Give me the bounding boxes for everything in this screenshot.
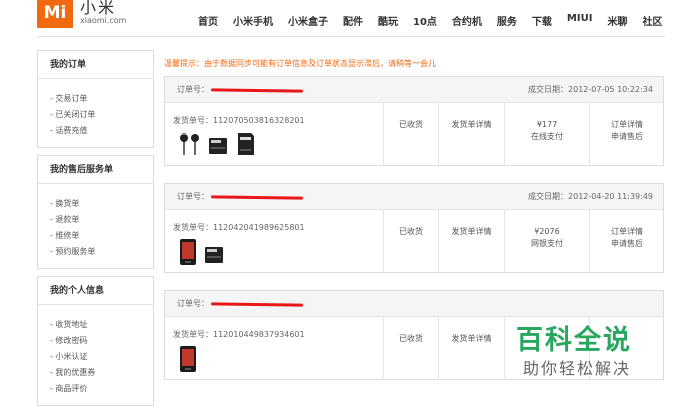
- microsd-card-icon[interactable]: [235, 131, 257, 157]
- order-card: 订单号： 成交日期：2012-04-20 11:39:49 发货单号：11204…: [164, 183, 664, 273]
- order-body: 发货单号：1120420419896258​01 已收货 发货单详情 ¥2076…: [165, 210, 663, 273]
- earphones-icon[interactable]: [179, 131, 201, 157]
- sidebar-section-title: 我的售后服务单: [38, 156, 153, 184]
- shipping-detail-link[interactable]: 发货单详情: [438, 317, 504, 380]
- sd-card-icon[interactable]: [207, 135, 229, 157]
- sidebar-section-title: 我的个人信息: [38, 277, 153, 305]
- mi-logo[interactable]: Mi: [37, 0, 73, 28]
- sidebar-section-profile: 我的个人信息 - 收货地址 - 修改密码 - 小米认证 - 我的优惠券 - 商品…: [37, 276, 154, 406]
- brand[interactable]: 小米 xiaomi.com: [80, 0, 126, 26]
- payment-method: 在线支付: [531, 132, 563, 141]
- brand-domain: xiaomi.com: [80, 16, 127, 25]
- header-divider: [37, 36, 665, 37]
- nav-item[interactable]: 小米盒子: [288, 13, 328, 28]
- goods-thumbnails: [179, 345, 197, 373]
- sidebar-item[interactable]: - 维修单: [50, 228, 153, 244]
- sidebar-item[interactable]: - 话费充值: [50, 123, 153, 139]
- shipping-detail-link[interactable]: 发货单详情: [438, 210, 504, 273]
- redaction-mark: [210, 302, 304, 307]
- after-sale-link[interactable]: 申请售后: [590, 131, 664, 143]
- nav-item[interactable]: 配件: [343, 13, 363, 28]
- brand-name: 小米: [80, 0, 117, 17]
- sidebar-item[interactable]: - 交易订单: [50, 91, 153, 107]
- nav-item[interactable]: 米聊: [607, 13, 627, 28]
- sidebar-item[interactable]: - 预约服务单: [50, 244, 153, 260]
- sidebar-item[interactable]: - 退款单: [50, 212, 153, 228]
- sd-card-icon[interactable]: [203, 244, 225, 266]
- sidebar-item[interactable]: - 收货地址: [50, 317, 153, 333]
- nav-item[interactable]: 小米手机: [233, 13, 273, 28]
- nav-item[interactable]: 酷玩: [378, 13, 398, 28]
- nav-item[interactable]: 合约机: [452, 13, 482, 28]
- order-body: 发货单号：1120705038163282​01 已收货 发货单详情 ¥177 在…: [165, 103, 663, 166]
- redaction-mark: [210, 88, 304, 93]
- phone-icon[interactable]: [179, 238, 197, 266]
- order-card: 订单号： 成交日期：2012-07-05 10:22:34 发货单号：11207…: [164, 76, 664, 166]
- shipping-number: 发货单号：1120420419896258​01: [173, 223, 305, 232]
- phone-icon[interactable]: [179, 345, 197, 373]
- order-status: 已收货: [383, 103, 438, 166]
- sidebar: 我的订单 - 交易订单 - 已关闭订单 - 话费充值 我的售后服务单 - 换货单…: [37, 50, 154, 411]
- nav-item[interactable]: 首页: [198, 13, 218, 28]
- order-status: 已收货: [383, 210, 438, 273]
- redaction-mark: [210, 195, 304, 200]
- top-nav: 首页 小米手机 小米盒子 配件 酷玩 10点 合约机 服务 下载 MIUI 米聊…: [198, 13, 677, 28]
- order-status: 已收货: [383, 317, 438, 380]
- order-number-label: 订单号：: [177, 192, 209, 201]
- shipping-number: 发货单号：1120104498379346​01: [173, 330, 305, 339]
- sidebar-item[interactable]: - 我的优惠券: [50, 365, 153, 381]
- sidebar-section-orders: 我的订单 - 交易订单 - 已关闭订单 - 话费充值: [37, 50, 154, 148]
- order-number-label: 订单号：: [177, 299, 209, 308]
- order-amount-cell: ¥2076 网银支付: [504, 210, 589, 273]
- order-header: 订单号： 成交日期：2012-07-05 10:22:34: [165, 77, 663, 103]
- sidebar-item[interactable]: - 修改密码: [50, 333, 153, 349]
- order-detail-link[interactable]: 订单详情: [590, 119, 664, 131]
- sidebar-section-title: 我的订单: [38, 51, 153, 79]
- sidebar-item[interactable]: - 已关闭订单: [50, 107, 153, 123]
- order-date: 成交日期：2012-04-20 11:39:49: [528, 192, 653, 201]
- order-header: 订单号：: [165, 291, 663, 317]
- watermark-title: 百科全说: [516, 325, 632, 356]
- nav-item[interactable]: 服务: [497, 13, 517, 28]
- shipping-detail-link[interactable]: 发货单详情: [438, 103, 504, 166]
- after-sale-link[interactable]: 申请售后: [590, 238, 664, 250]
- order-date: 成交日期：2012-07-05 10:22:34: [528, 85, 653, 94]
- sidebar-section-aftersale: 我的售后服务单 - 换货单 - 退款单 - 维修单 - 预约服务单: [37, 155, 154, 269]
- order-amount: ¥2076: [534, 227, 560, 236]
- sidebar-item[interactable]: - 小米认证: [50, 349, 153, 365]
- watermark-subtitle: 助你轻松解决: [523, 359, 632, 378]
- order-amount-cell: ¥177 在线支付: [504, 103, 589, 166]
- payment-method: 网银支付: [531, 239, 563, 248]
- goods-thumbnails: [179, 131, 257, 157]
- order-actions: 订单详情 申请售后: [589, 103, 664, 166]
- nav-item[interactable]: 下载: [532, 13, 552, 28]
- sidebar-item[interactable]: - 换货单: [50, 196, 153, 212]
- goods-thumbnails: [179, 238, 225, 266]
- shipping-number: 发货单号：1120705038163282​01: [173, 116, 305, 125]
- nav-item[interactable]: 社区: [642, 13, 662, 28]
- nav-item[interactable]: 10点: [413, 13, 437, 28]
- order-amount: ¥177: [536, 120, 558, 129]
- sidebar-item[interactable]: - 商品评价: [50, 381, 153, 397]
- order-actions: 订单详情 申请售后: [589, 210, 664, 273]
- nav-item[interactable]: MIUI: [567, 13, 593, 28]
- notice-text: 温馨提示：由于数据同步可能有订单信息及订单状态显示滞后，请稍等一会儿: [164, 59, 436, 68]
- order-number-label: 订单号：: [177, 85, 209, 94]
- order-detail-link[interactable]: 订单详情: [590, 226, 664, 238]
- order-header: 订单号： 成交日期：2012-04-20 11:39:49: [165, 184, 663, 210]
